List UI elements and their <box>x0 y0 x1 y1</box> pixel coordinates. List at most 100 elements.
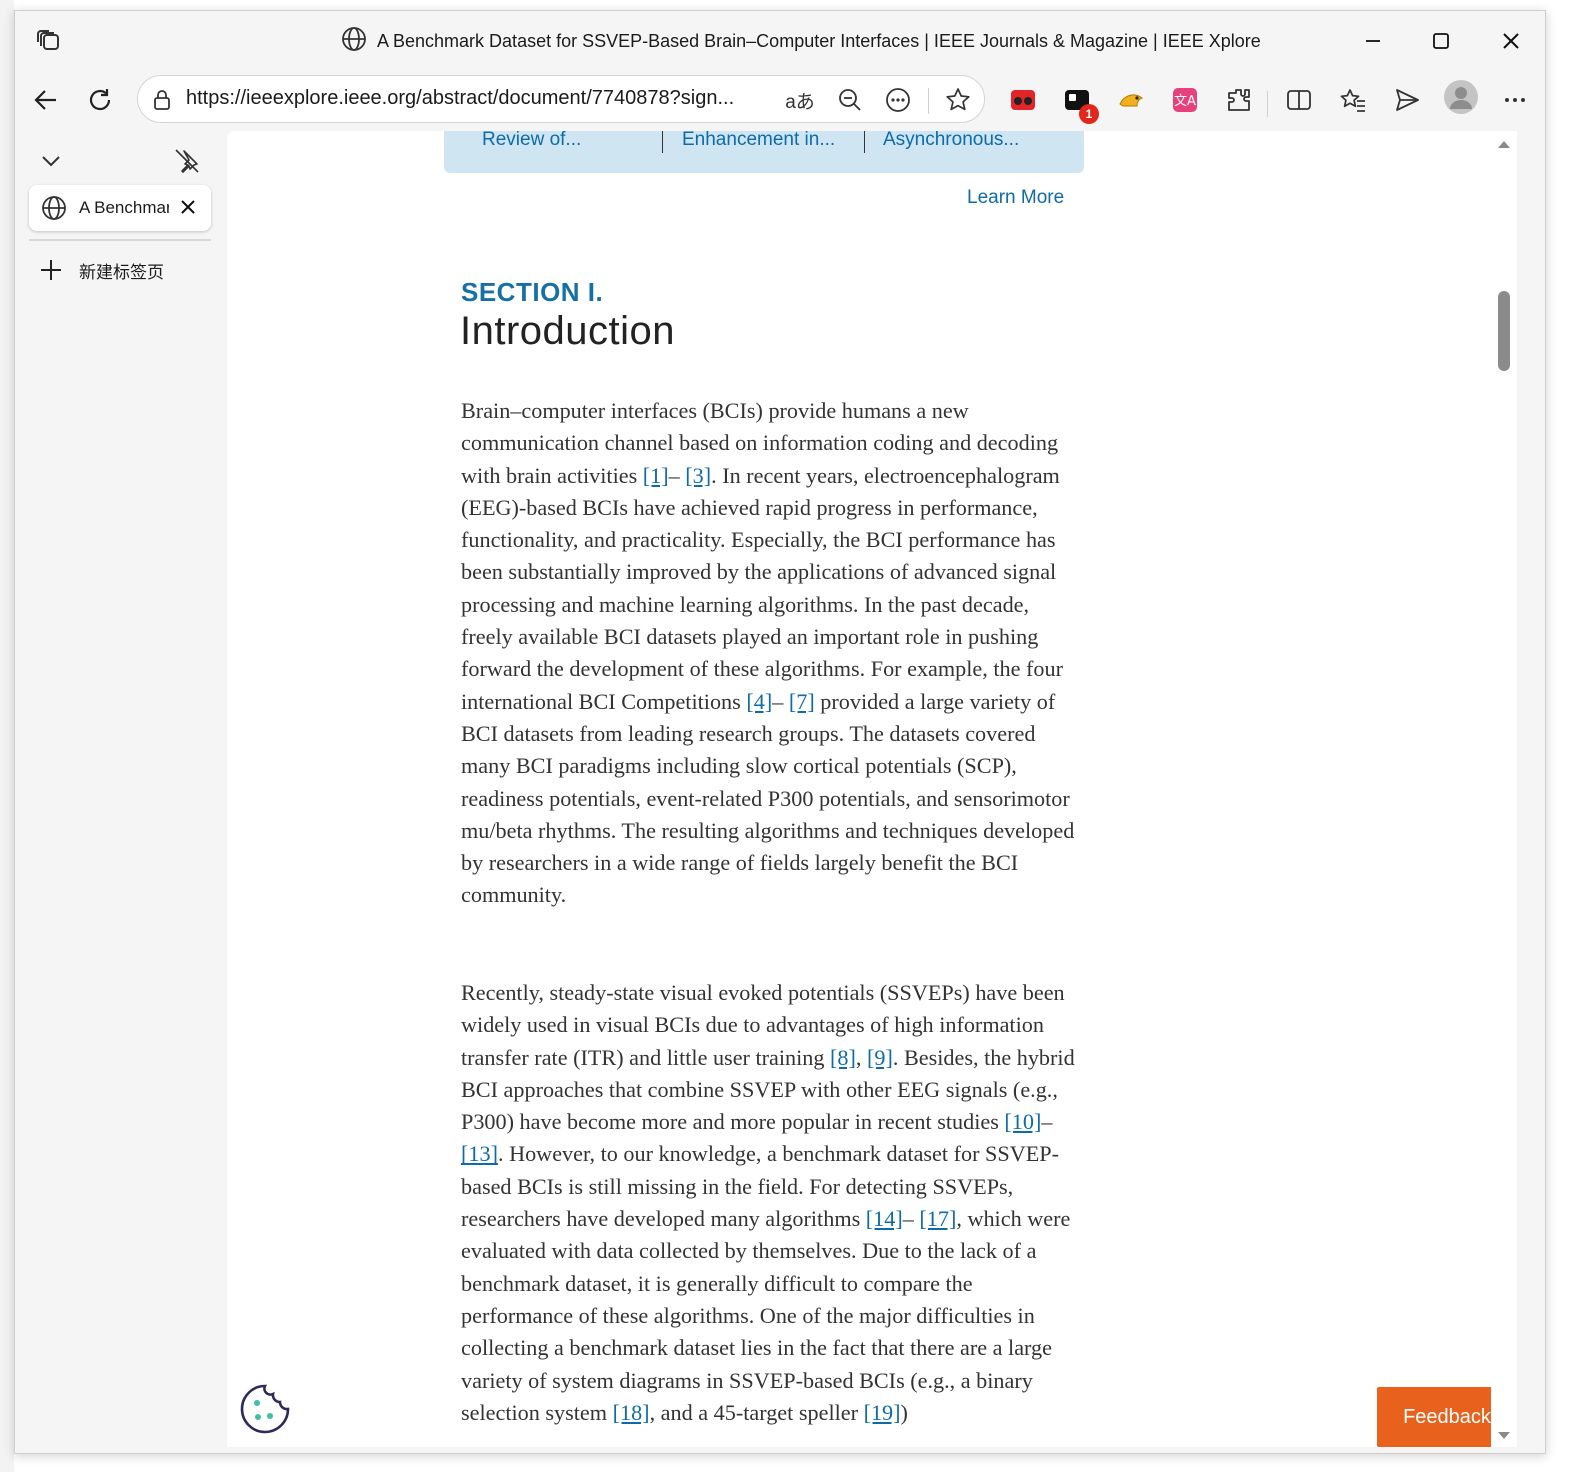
refresh-icon <box>89 89 111 111</box>
profile-button[interactable] <box>1441 77 1481 117</box>
active-tab[interactable]: A Benchmark <box>29 185 211 231</box>
desktop-background-left <box>0 0 14 1472</box>
extension-icon <box>1011 90 1035 110</box>
citation-link[interactable]: [3] <box>685 463 711 488</box>
address-bar[interactable]: https://ieeexplore.ieee.org/abstract/doc… <box>137 75 985 123</box>
citation-link[interactable]: [8] <box>830 1045 856 1070</box>
toolbar-separator <box>1267 91 1268 117</box>
navigation-toolbar: https://ieeexplore.ieee.org/abstract/doc… <box>15 69 1545 131</box>
tab-title: A Benchmark <box>79 198 169 217</box>
paragraph-text: , <box>855 1044 867 1070</box>
paragraph-text: , and a 45-target speller <box>649 1399 864 1425</box>
paragraph-text: provided a large variety of BCI datasets… <box>461 688 1075 908</box>
maximize-icon <box>1433 33 1449 49</box>
refresh-button[interactable] <box>81 81 119 119</box>
related-article-link[interactable]: Review of... <box>482 131 581 151</box>
sidebar-divider <box>29 239 211 241</box>
close-tab-button[interactable] <box>179 198 197 221</box>
extension-icon <box>1119 94 1143 107</box>
globe-icon <box>41 195 67 226</box>
plus-icon <box>41 260 61 280</box>
collapse-tabs-button[interactable] <box>33 143 69 179</box>
more-options-icon[interactable] <box>882 84 914 116</box>
scroll-down-arrow[interactable] <box>1498 1432 1510 1439</box>
extension-icon: 文A <box>1173 88 1197 112</box>
citation-link[interactable]: [7] <box>789 689 815 714</box>
learn-more-link[interactable]: Learn More <box>967 187 1064 209</box>
vertical-tabs-sidebar: A Benchmark 新建标签页 <box>15 131 227 1453</box>
share-button[interactable] <box>1389 82 1425 118</box>
paragraph-text: ) <box>900 1399 908 1425</box>
paragraph-text: , which were evaluated with data collect… <box>461 1206 1071 1425</box>
url-text[interactable]: https://ieeexplore.ieee.org/abstract/doc… <box>186 87 776 110</box>
extension-icon <box>1228 89 1250 111</box>
citation-link[interactable]: [14] <box>866 1206 903 1231</box>
desktop-background-right <box>1548 0 1572 1472</box>
citation-link[interactable]: [13] <box>461 1141 498 1166</box>
extension-red-button[interactable] <box>1005 82 1041 118</box>
scroll-thumb[interactable] <box>1498 291 1510 371</box>
unpin-icon <box>175 149 199 173</box>
window-title: A Benchmark Dataset for SSVEP-Based Brai… <box>341 26 1261 57</box>
related-articles-bar: Review of... Enhancement in... Asynchron… <box>444 131 1084 173</box>
back-button[interactable] <box>27 81 65 119</box>
extension-badge-count: 1 <box>1079 104 1099 124</box>
workspaces-icon[interactable] <box>35 27 63 55</box>
cookie-icon <box>240 1384 290 1434</box>
citation-link[interactable]: [4] <box>746 689 772 714</box>
citation-link[interactable]: [19] <box>864 1400 901 1425</box>
related-separator <box>864 131 865 153</box>
citation-link[interactable]: [17] <box>919 1206 956 1231</box>
title-bar: A Benchmark Dataset for SSVEP-Based Brai… <box>15 11 1545 69</box>
minimize-icon <box>1366 40 1380 42</box>
extension-tampermonkey-button[interactable] <box>1113 82 1149 118</box>
related-separator <box>662 131 663 153</box>
close-icon <box>181 200 195 214</box>
paragraph-text: . In recent years, electroencephalogram … <box>461 462 1063 714</box>
extension-badge-button[interactable]: 1 <box>1059 82 1099 124</box>
settings-more-button[interactable] <box>1497 82 1533 118</box>
browser-window: A Benchmark Dataset for SSVEP-Based Brai… <box>14 10 1546 1454</box>
related-article-link[interactable]: Asynchronous... <box>883 131 1019 151</box>
cookie-preferences-button[interactable] <box>239 1383 291 1435</box>
citation-link[interactable]: [10] <box>1004 1109 1041 1134</box>
section-title: Introduction <box>460 309 676 353</box>
paragraph-text: – <box>1041 1109 1053 1135</box>
scroll-up-arrow[interactable] <box>1498 141 1510 148</box>
minimize-button[interactable] <box>1355 23 1391 59</box>
page-scrollbar[interactable] <box>1491 131 1517 1447</box>
citation-link[interactable]: [1] <box>643 463 669 488</box>
read-aloud-icon[interactable]: aあ <box>784 84 816 116</box>
favorite-star-icon[interactable] <box>942 84 974 116</box>
maximize-button[interactable] <box>1423 23 1459 59</box>
paragraph-text: – <box>772 688 789 714</box>
new-tab-button[interactable]: 新建标签页 <box>39 255 164 285</box>
close-window-button[interactable] <box>1493 23 1529 59</box>
citation-link[interactable]: [18] <box>613 1400 650 1425</box>
intro-paragraph-1: Brain–computer interfaces (BCIs) provide… <box>461 395 1081 912</box>
split-screen-icon <box>1287 90 1311 110</box>
address-separator <box>928 88 929 114</box>
chevron-down-icon <box>42 156 60 167</box>
section-label: SECTION I. <box>461 277 604 307</box>
settings-more-icon <box>1505 98 1525 102</box>
favorites-button[interactable] <box>1335 82 1371 118</box>
window-title-text: A Benchmark Dataset for SSVEP-Based Brai… <box>377 30 1261 51</box>
extensions-button[interactable] <box>1221 82 1257 118</box>
intro-paragraph-2: Recently, steady-state visual evoked pot… <box>461 977 1081 1429</box>
lock-icon[interactable] <box>146 84 178 116</box>
paragraph-text: – <box>668 462 686 488</box>
extension-translate-button[interactable]: 文A <box>1167 82 1203 118</box>
split-screen-button[interactable] <box>1281 82 1317 118</box>
zoom-out-icon[interactable] <box>834 84 866 116</box>
new-tab-label: 新建标签页 <box>79 262 164 282</box>
back-icon <box>34 90 56 110</box>
favorites-icon <box>1340 89 1365 112</box>
page-content: Review of... Enhancement in... Asynchron… <box>227 131 1517 1447</box>
related-article-link[interactable]: Enhancement in... <box>682 131 835 151</box>
citation-link[interactable]: [9] <box>867 1045 893 1070</box>
globe-icon <box>341 26 367 57</box>
close-icon <box>1503 33 1519 49</box>
unpin-sidebar-button[interactable] <box>169 143 205 179</box>
profile-avatar-icon <box>1444 80 1478 114</box>
